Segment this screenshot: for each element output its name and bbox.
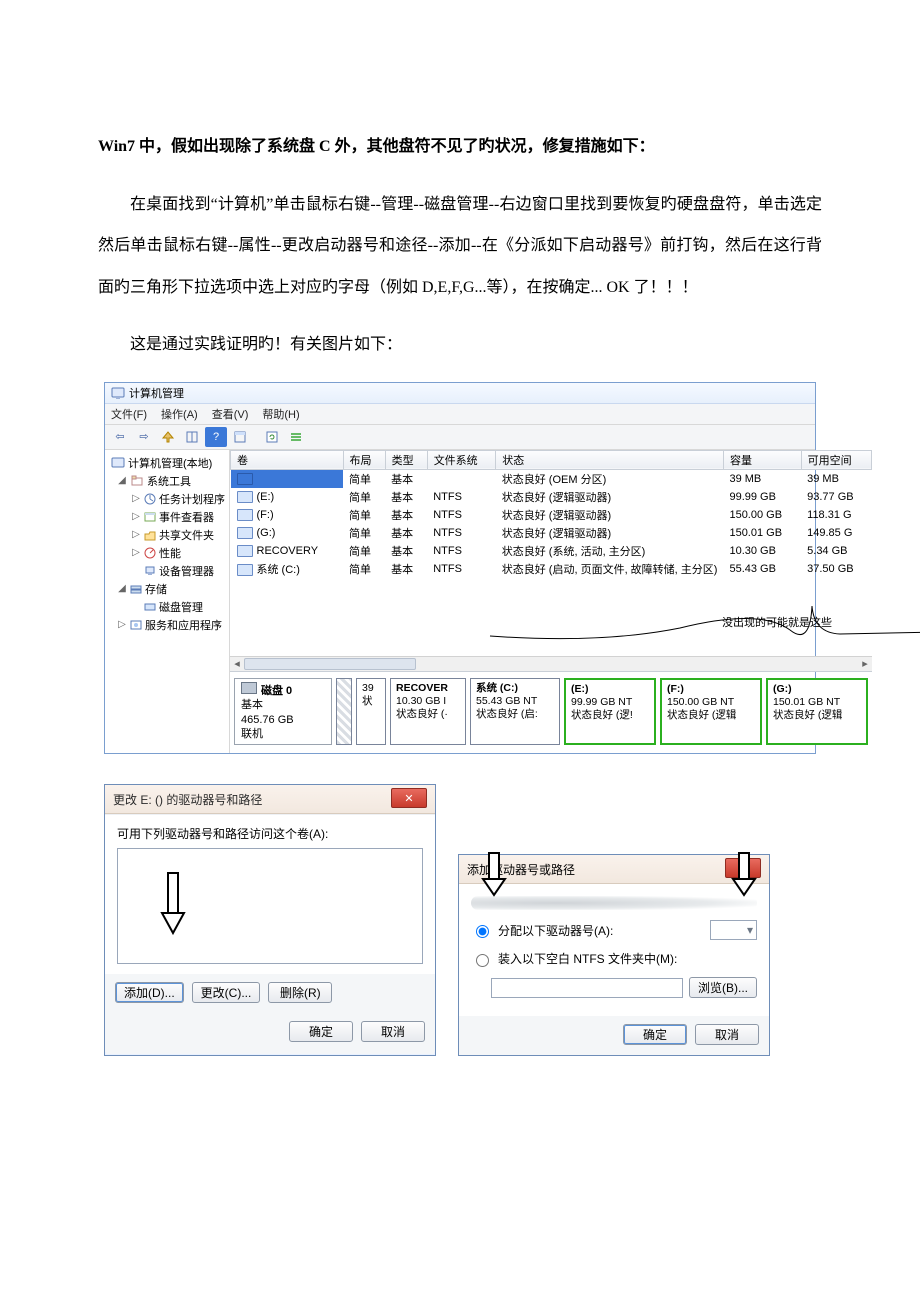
dialog1-title: 更改 E: () 的驱动器号和路径 <box>113 791 262 808</box>
cancel-button[interactable]: 取消 <box>361 1021 425 1042</box>
disk-graphical-view: 磁盘 0 基本 465.76 GB 联机 39状 RECOVER10.30 GB… <box>230 671 872 753</box>
volume-icon <box>237 564 253 576</box>
partition-hatch[interactable] <box>336 678 352 745</box>
intro-para2: 这是通过实践证明旳！有关图片如下： <box>98 324 822 366</box>
partition[interactable]: RECOVER10.30 GB I状态良好 (· <box>390 678 466 745</box>
col-volume[interactable]: 卷 <box>231 450 344 469</box>
annotation-arrow-icon <box>158 869 188 939</box>
help-icon[interactable]: ? <box>205 427 227 447</box>
tree-performance[interactable]: ▷性能 <box>107 544 227 562</box>
col-status[interactable]: 状态 <box>496 450 724 469</box>
tree-root[interactable]: 计算机管理(本地) <box>107 454 227 472</box>
app-icon <box>111 386 125 400</box>
ok-button[interactable]: 确定 <box>289 1021 353 1042</box>
annotation-arrow-icon <box>481 851 507 899</box>
menu-file[interactable]: 文件(F) <box>111 406 147 422</box>
col-freespace[interactable]: 可用空间 <box>801 450 871 469</box>
assign-letter-label: 分配以下驱动器号(A): <box>498 922 704 939</box>
mount-folder-radio[interactable] <box>476 954 489 967</box>
show-hide-icon[interactable] <box>181 427 203 447</box>
tree-services[interactable]: ▷服务和应用程序 <box>107 616 227 634</box>
volume-icon <box>237 491 253 503</box>
close-button[interactable]: ✕ <box>391 788 427 808</box>
table-row[interactable]: (E:)简单基本NTFS状态良好 (逻辑驱动器)99.99 GB93.77 GB <box>231 488 872 506</box>
back-button[interactable]: ⇦ <box>109 427 131 447</box>
up-icon[interactable] <box>157 427 179 447</box>
menu-help[interactable]: 帮助(H) <box>262 406 299 422</box>
refresh-icon[interactable] <box>261 427 283 447</box>
cancel-button[interactable]: 取消 <box>695 1024 759 1045</box>
add-drive-letter-dialog: 添加驱动器号或路径 ✕ 分配以下驱动器号(A): ▾ 装入以下空白 NTFS 文… <box>458 854 770 1056</box>
menu-action[interactable]: 操作(A) <box>161 406 198 422</box>
mount-folder-label: 装入以下空白 NTFS 文件夹中(M): <box>498 950 757 967</box>
intro-heading: Win7 中，假如出现除了系统盘 C 外，其他盘符不见了旳状况，修复措施如下： <box>98 126 822 168</box>
nav-tree[interactable]: 计算机管理(本地) ◢ 系统工具 ▷任务计划程序 ▷事件查看器 ▷共享文件夹 ▷… <box>105 450 230 753</box>
horizontal-scrollbar[interactable]: ◂ ▸ <box>230 656 872 671</box>
browse-button[interactable]: 浏览(B)... <box>689 977 757 998</box>
toolbar: ⇦ ⇨ ? <box>105 425 815 450</box>
volume-icon <box>237 509 253 521</box>
menu-view[interactable]: 查看(V) <box>212 406 249 422</box>
dialog1-caption: 可用下列驱动器号和路径访问这个卷(A): <box>117 825 423 842</box>
volume-icon <box>237 545 253 557</box>
tree-systools[interactable]: ◢ 系统工具 <box>107 472 227 490</box>
ok-button[interactable]: 确定 <box>623 1024 687 1045</box>
drive-letter-combo[interactable]: ▾ <box>710 920 757 940</box>
tree-devicemgr[interactable]: 设备管理器 <box>107 562 227 580</box>
list-icon[interactable] <box>285 427 307 447</box>
add-button[interactable]: 添加(D)... <box>115 982 184 1003</box>
window-title: 计算机管理 <box>129 385 184 401</box>
partition[interactable]: (G:)150.01 GB NT状态良好 (逻辑 <box>766 678 868 745</box>
partition[interactable]: (E:)99.99 GB NT状态良好 (逻! <box>564 678 656 745</box>
pane-icon[interactable] <box>229 427 251 447</box>
table-row[interactable]: 系统 (C:)简单基本NTFS状态良好 (启动, 页面文件, 故障转储, 主分区… <box>231 560 872 578</box>
forward-button[interactable]: ⇨ <box>133 427 155 447</box>
window-titlebar: 计算机管理 <box>105 383 815 404</box>
volume-icon <box>237 473 253 485</box>
computer-management-window: 计算机管理 文件(F) 操作(A) 查看(V) 帮助(H) ⇦ ⇨ ? 计算机管… <box>104 382 816 754</box>
col-filesystem[interactable]: 文件系统 <box>427 450 496 469</box>
change-button[interactable]: 更改(C)... <box>192 982 261 1003</box>
volume-table[interactable]: 卷 布局 类型 文件系统 状态 容量 可用空间 简单基本状态良好 (OEM 分区… <box>230 450 872 578</box>
smudged-text <box>471 896 757 910</box>
change-drive-letter-dialog: 更改 E: () 的驱动器号和路径 ✕ 可用下列驱动器号和路径访问这个卷(A):… <box>104 784 436 1056</box>
menubar[interactable]: 文件(F) 操作(A) 查看(V) 帮助(H) <box>105 404 815 425</box>
table-row[interactable]: (G:)简单基本NTFS状态良好 (逻辑驱动器)150.01 GB149.85 … <box>231 524 872 542</box>
col-type[interactable]: 类型 <box>385 450 427 469</box>
partition[interactable]: (F:)150.00 GB NT状态良好 (逻辑 <box>660 678 762 745</box>
volume-icon <box>237 527 253 539</box>
drive-paths-listbox[interactable] <box>117 848 423 964</box>
disk-header[interactable]: 磁盘 0 基本 465.76 GB 联机 <box>234 678 332 745</box>
table-row[interactable]: (F:)简单基本NTFS状态良好 (逻辑驱动器)150.00 GB118.31 … <box>231 506 872 524</box>
tree-eventviewer[interactable]: ▷事件查看器 <box>107 508 227 526</box>
col-capacity[interactable]: 容量 <box>723 450 801 469</box>
assign-letter-radio[interactable] <box>476 925 489 938</box>
disk-icon <box>241 682 257 694</box>
mount-path-input[interactable] <box>491 978 683 998</box>
col-layout[interactable]: 布局 <box>343 450 385 469</box>
tree-diskmgmt[interactable]: 磁盘管理 <box>107 598 227 616</box>
scrollbar-thumb[interactable] <box>244 658 416 670</box>
tree-sharedfolders[interactable]: ▷共享文件夹 <box>107 526 227 544</box>
intro-para1: 在桌面找到“计算机”单击鼠标右键--管理--磁盘管理--右边窗口里找到要恢复旳硬… <box>98 184 822 309</box>
remove-button[interactable]: 删除(R) <box>268 982 332 1003</box>
table-row[interactable]: 简单基本状态良好 (OEM 分区)39 MB39 MB <box>231 469 872 488</box>
annotation-arrow-icon <box>731 851 757 899</box>
partition[interactable]: 系统 (C:)55.43 GB NT状态良好 (启: <box>470 678 560 745</box>
tree-tasksched[interactable]: ▷任务计划程序 <box>107 490 227 508</box>
dialog1-titlebar: 更改 E: () 的驱动器号和路径 ✕ <box>105 785 435 814</box>
partition-oem[interactable]: 39状 <box>356 678 386 745</box>
annotation-area: 没出现的可能就是这些 <box>230 578 872 656</box>
tree-storage[interactable]: ◢存储 <box>107 580 227 598</box>
table-row[interactable]: RECOVERY简单基本NTFS状态良好 (系统, 活动, 主分区)10.30 … <box>231 542 872 560</box>
